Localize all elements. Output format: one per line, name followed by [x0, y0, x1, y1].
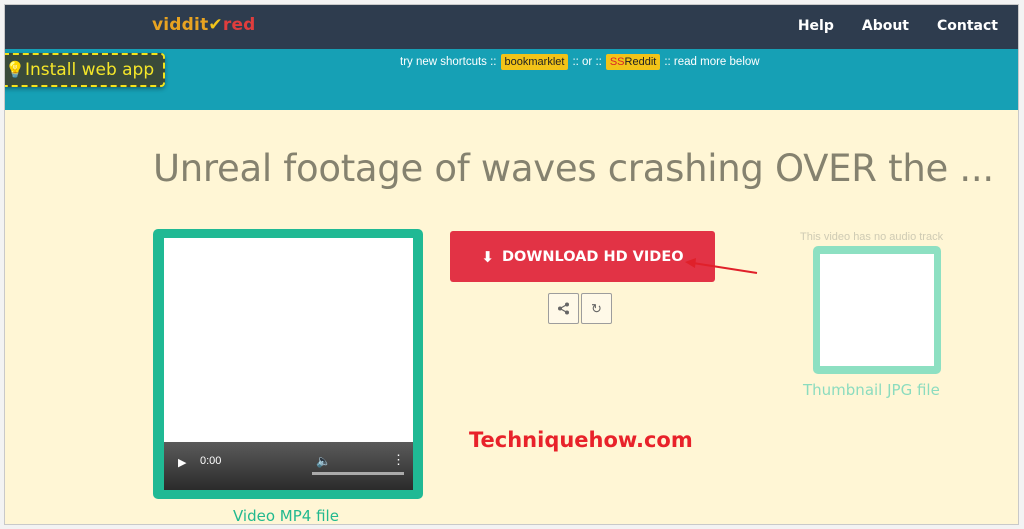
more-options-icon[interactable]: ⋮ [392, 452, 405, 468]
play-icon[interactable]: ▶ [178, 456, 186, 469]
logo-text-red: red [222, 15, 256, 35]
nav-links: Help About Contact [798, 18, 998, 34]
download-hd-video-button[interactable]: ⬇ DOWNLOAD HD VIDEO [450, 231, 715, 282]
volume-icon[interactable]: 🔈 [316, 454, 331, 468]
share-icon [558, 302, 569, 315]
thumbnail-frame [813, 246, 941, 374]
shortcuts-or: :: or :: [572, 56, 602, 68]
install-label: Install web app [25, 60, 155, 80]
download-label: DOWNLOAD HD VIDEO [502, 248, 684, 265]
video-player[interactable]: ▶ 0:00 🔈 ⋮ [164, 238, 413, 490]
shortcuts-suffix: :: read more below [664, 56, 760, 68]
bookmarklet-link[interactable]: bookmarklet [500, 54, 569, 70]
thumbnail-file-label[interactable]: Thumbnail JPG file [803, 381, 940, 399]
site-logo[interactable]: viddit✔red [152, 15, 256, 35]
share-button[interactable] [548, 293, 579, 324]
nav-about-link[interactable]: About [862, 18, 909, 34]
nav-help-link[interactable]: Help [798, 18, 834, 34]
download-icon: ⬇ [481, 247, 494, 266]
shortcuts-text: try new shortcuts :: bookmarklet :: or :… [400, 54, 760, 70]
reload-button[interactable]: ↻ [581, 293, 612, 324]
ssreddit-rest: Reddit [624, 56, 657, 68]
action-buttons: ↻ [548, 293, 612, 324]
thumbnail-image[interactable] [820, 254, 934, 366]
ssreddit-link[interactable]: SSReddit [605, 54, 661, 70]
no-audio-note: This video has no audio track [800, 231, 944, 243]
video-player-frame: ▶ 0:00 🔈 ⋮ [153, 229, 423, 499]
ssreddit-ss: SS [609, 56, 625, 68]
page-title: Unreal footage of waves crashing OVER th… [153, 147, 994, 190]
annotation-arrow [685, 258, 758, 274]
shortcuts-prefix: try new shortcuts :: [400, 56, 497, 68]
video-controls: ▶ 0:00 🔈 ⋮ [164, 442, 413, 490]
video-file-label[interactable]: Video MP4 file [233, 507, 339, 524]
nav-contact-link[interactable]: Contact [937, 18, 998, 34]
logo-check-icon: ✔ [208, 15, 223, 35]
browser-frame: viddit✔red Help About Contact try new sh… [5, 5, 1018, 524]
lightbulb-icon: 💡 [5, 60, 25, 79]
volume-slider[interactable] [312, 472, 404, 475]
video-time: 0:00 [200, 455, 222, 467]
reload-icon: ↻ [591, 300, 602, 316]
watermark-text: Techniquehow.com [469, 428, 693, 452]
top-navbar: viddit✔red Help About Contact [5, 5, 1018, 49]
logo-text: viddit [152, 15, 209, 35]
install-web-app-button[interactable]: 💡 Install web app [5, 53, 166, 87]
